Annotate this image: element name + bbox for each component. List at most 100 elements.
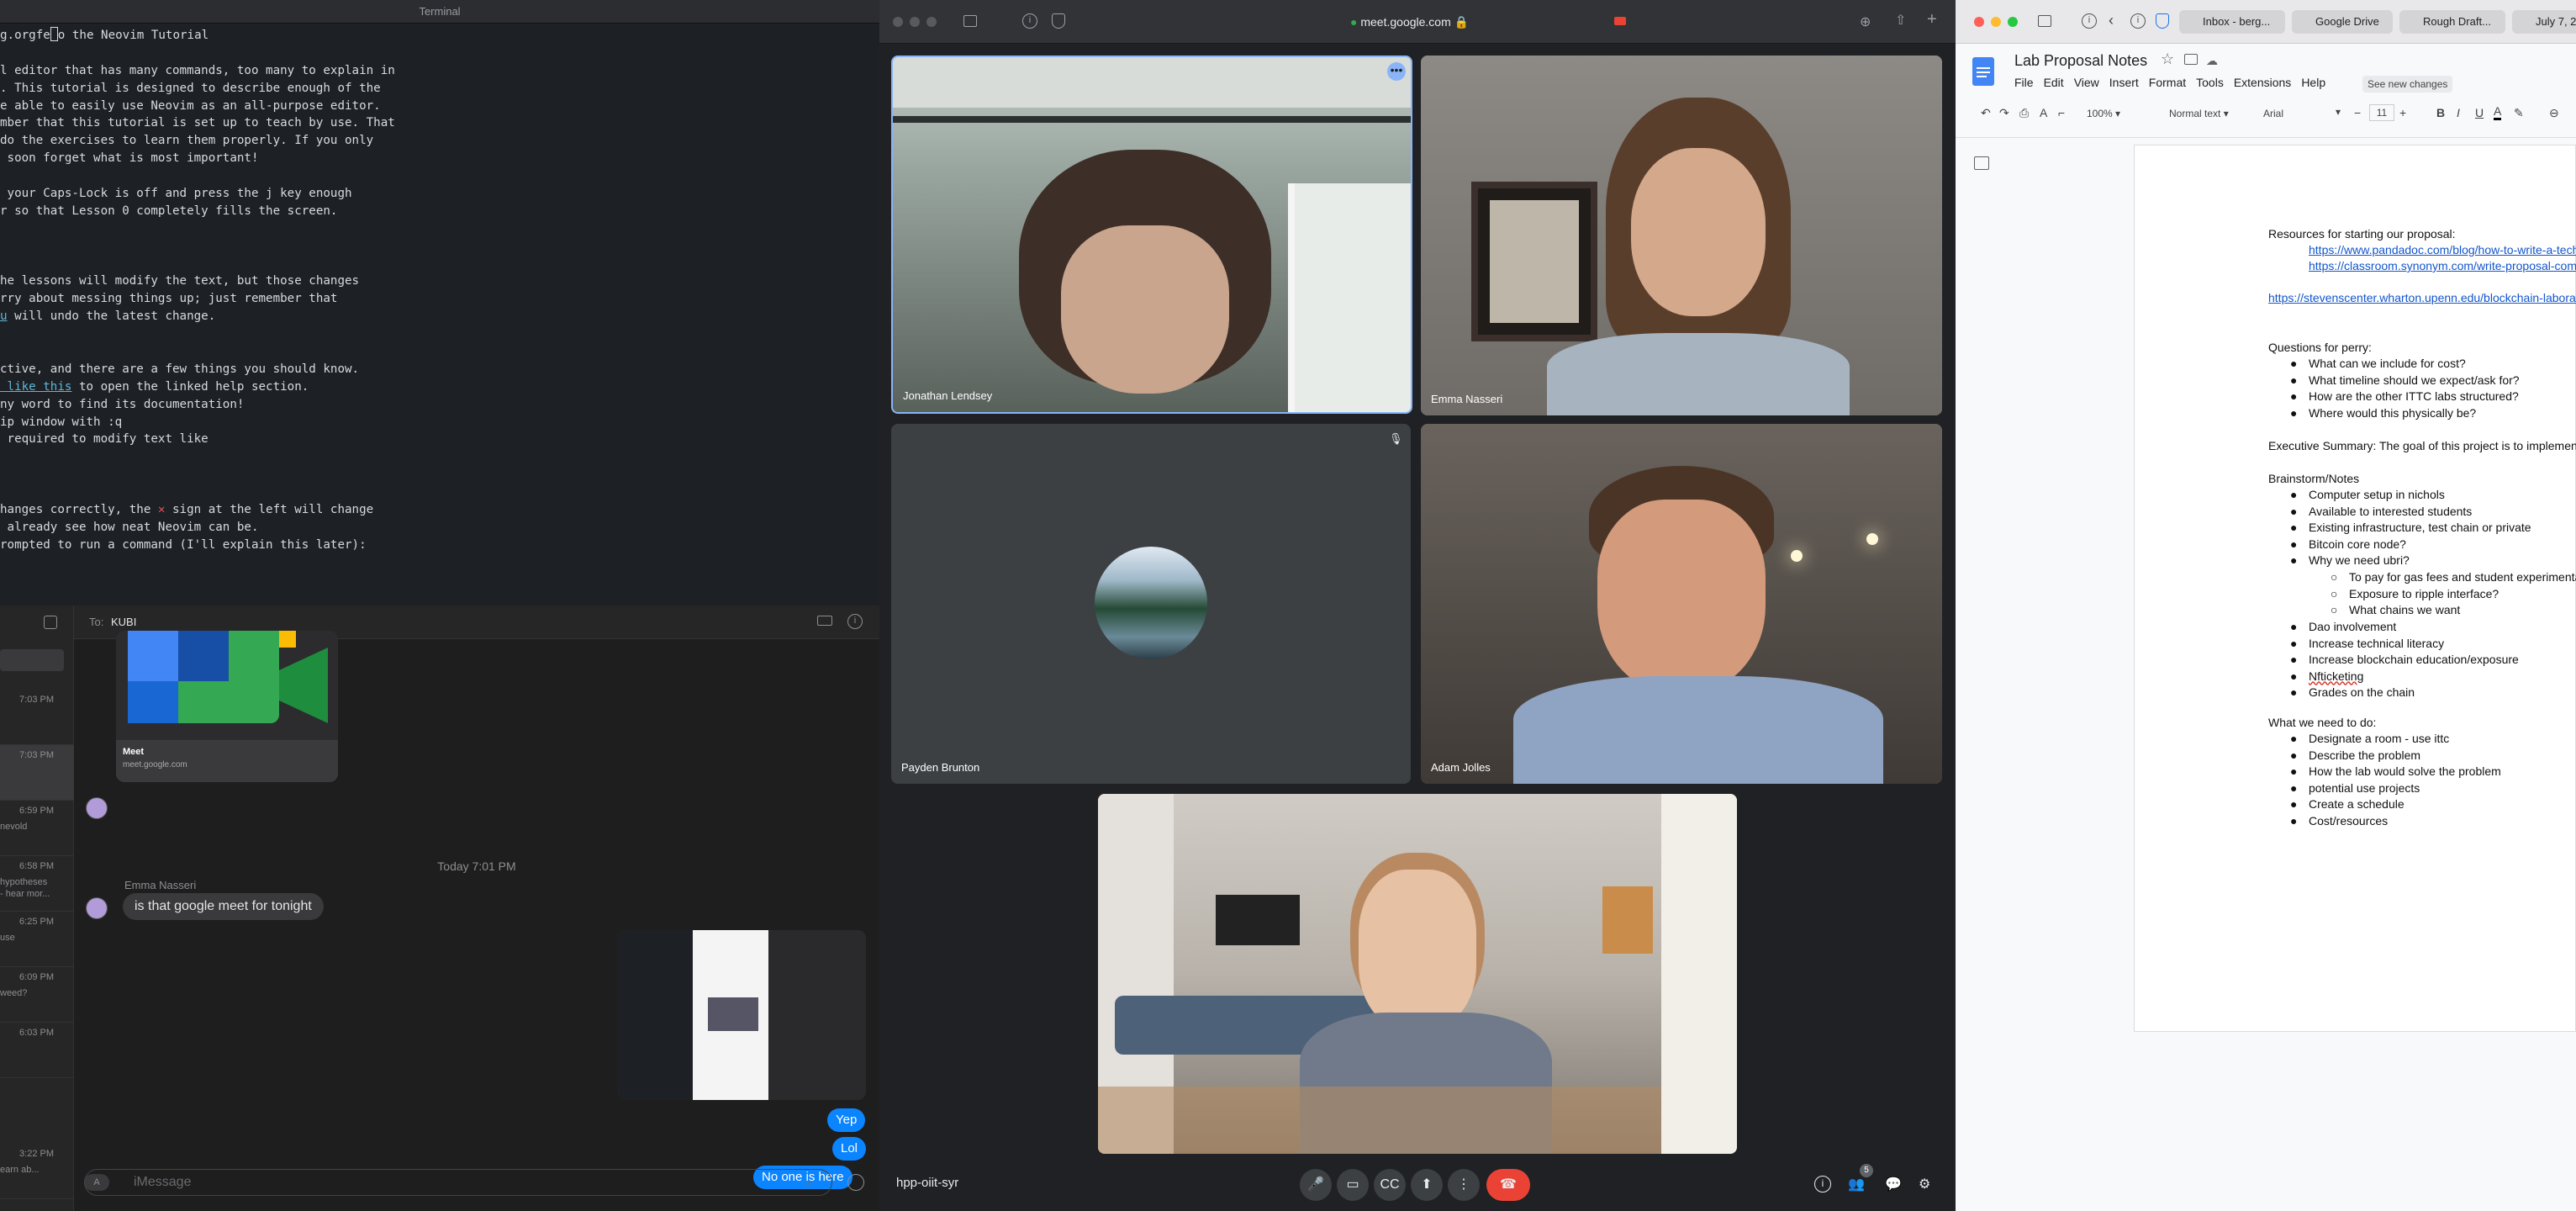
participant-tile[interactable]: Emma Nasseri bbox=[1421, 56, 1942, 415]
more-options-icon[interactable]: ⋮ bbox=[1448, 1169, 1480, 1201]
redo-icon[interactable]: ↷ bbox=[1999, 106, 2009, 120]
camera-icon[interactable]: ▭ bbox=[1337, 1169, 1369, 1201]
terminal-line: r so that Lesson 0 completely fills the … bbox=[0, 203, 879, 220]
captions-icon[interactable]: CC bbox=[1374, 1169, 1406, 1201]
conversation-item[interactable]: 6:58 PM hypotheses - hear mor... bbox=[0, 856, 74, 912]
info-icon[interactable]: i bbox=[847, 614, 863, 629]
increase-font-size-icon[interactable]: + bbox=[2399, 106, 2406, 119]
close-window-button[interactable] bbox=[1974, 17, 1984, 27]
style-select[interactable]: Normal text ▾ bbox=[2169, 108, 2229, 119]
text-color-icon[interactable]: A bbox=[2494, 104, 2502, 120]
screenshot-attachment[interactable] bbox=[617, 930, 866, 1100]
menu-item-edit[interactable]: Edit bbox=[2044, 76, 2064, 89]
print-icon[interactable]: ⎙ bbox=[2019, 106, 2029, 120]
menu-item-view[interactable]: View bbox=[2074, 76, 2099, 89]
people-icon[interactable]: 👥 bbox=[1848, 1176, 1865, 1192]
conversation-item[interactable]: 6:25 PM use bbox=[0, 912, 74, 967]
share-icon[interactable]: ⇧ bbox=[1895, 12, 1906, 29]
see-new-changes-button[interactable]: See new changes bbox=[2362, 76, 2453, 93]
conversation-item[interactable]: 7:03 PM bbox=[0, 745, 74, 801]
menu-item-format[interactable]: Format bbox=[2149, 76, 2186, 89]
terminal-text[interactable]: like this bbox=[0, 380, 72, 394]
conversation-item[interactable]: 6:03 PM bbox=[0, 1023, 74, 1078]
imessage-input[interactable]: iMessage bbox=[84, 1169, 832, 1196]
conversation-list[interactable]: 7:03 PM 7:03 PM 6:59 PM nevold 6:58 PM hypoth… bbox=[0, 606, 74, 1211]
meeting-code: hpp-oiit-syr bbox=[896, 1176, 959, 1190]
bold-icon[interactable]: B bbox=[2436, 106, 2445, 119]
document-title[interactable]: Lab Proposal Notes bbox=[2014, 52, 2147, 70]
url-bar[interactable]: ● meet.google.com 🔒 bbox=[1350, 13, 1469, 30]
incoming-message[interactable]: is that google meet for tonight bbox=[123, 893, 324, 920]
folder-icon[interactable] bbox=[2184, 54, 2198, 65]
menu-item-file[interactable]: File bbox=[2014, 76, 2034, 89]
font-select-arrow-icon[interactable]: ▾ bbox=[2336, 106, 2341, 118]
participant-tile[interactable]: 🎙 Payden Brunton bbox=[891, 424, 1411, 784]
outline-icon[interactable] bbox=[1974, 156, 1989, 170]
zoom-select[interactable]: 100% ▾ bbox=[2087, 108, 2120, 119]
present-icon[interactable]: ⬆ bbox=[1411, 1169, 1443, 1201]
terminal-text: rompted to run a command (I'll explain t… bbox=[0, 537, 367, 552]
spellcheck-icon[interactable]: A bbox=[2040, 106, 2047, 119]
terminal-body[interactable]: g.orgfe o the Neovim Tutorial l editor tha… bbox=[0, 24, 879, 606]
meeting-details-icon[interactable]: i bbox=[1814, 1176, 1831, 1192]
privacy-icon[interactable]: i bbox=[2082, 13, 2097, 29]
info-icon[interactable]: i bbox=[2130, 13, 2146, 29]
outgoing-message[interactable]: Yep bbox=[827, 1108, 866, 1132]
leave-call-button[interactable]: ☎ bbox=[1486, 1169, 1530, 1201]
conversation-item[interactable]: 3:22 PM earn ab... bbox=[0, 1144, 74, 1199]
browser-tab[interactable]: Inbox - berg... bbox=[2179, 10, 2285, 34]
font-select[interactable]: Arial bbox=[2263, 108, 2283, 119]
link-icon[interactable]: ⊖ bbox=[2549, 106, 2559, 120]
privacy-icon[interactable]: i bbox=[1022, 13, 1037, 29]
microphone-icon[interactable]: 🎤 bbox=[1300, 1169, 1332, 1201]
maximize-window-button[interactable] bbox=[2008, 17, 2018, 27]
menu-item-help[interactable]: Help bbox=[2301, 76, 2325, 89]
conversation-item[interactable]: 6:59 PM nevold bbox=[0, 801, 74, 856]
minimize-window-button[interactable] bbox=[1991, 17, 2001, 27]
conversation-item[interactable]: 6:09 PM weed? bbox=[0, 967, 74, 1023]
paint-format-icon[interactable]: ⌐ bbox=[2058, 106, 2065, 119]
sidebar-search-field[interactable] bbox=[0, 649, 64, 671]
audio-icon[interactable]: ♪ bbox=[805, 1176, 819, 1189]
video-call-icon[interactable] bbox=[817, 616, 832, 626]
font-size-field[interactable]: 11 bbox=[2369, 104, 2394, 121]
terminal-window: Terminal g.orgfe o the Neovim Tutorial l e… bbox=[0, 0, 879, 606]
emoji-icon[interactable] bbox=[847, 1174, 864, 1191]
participant-tile[interactable]: ••• Jonathan Lendsey bbox=[891, 56, 1412, 414]
browser-tab[interactable]: Google Drive bbox=[2292, 10, 2393, 34]
undo-icon[interactable]: ↶ bbox=[1981, 106, 1991, 120]
shield-icon[interactable] bbox=[2156, 13, 2169, 29]
document-page[interactable] bbox=[2134, 145, 2576, 1032]
docs-logo-icon[interactable] bbox=[1972, 57, 1994, 86]
participant-tile[interactable]: Adam Jolles bbox=[1421, 424, 1942, 784]
menu-item-extensions[interactable]: Extensions bbox=[2234, 76, 2291, 89]
more-options-icon[interactable]: ••• bbox=[1387, 62, 1406, 81]
compose-icon[interactable] bbox=[44, 616, 57, 629]
download-icon[interactable]: ⊕ bbox=[1860, 13, 1871, 30]
shield-icon[interactable] bbox=[1052, 13, 1065, 29]
activities-icon[interactable]: ⚙ bbox=[1919, 1176, 1930, 1192]
sidebar-toggle-icon[interactable] bbox=[963, 15, 977, 27]
terminal-title: Terminal bbox=[0, 0, 879, 24]
highlight-icon[interactable]: ✎ bbox=[2514, 106, 2524, 120]
conversation-item[interactable]: 7:03 PM bbox=[0, 690, 74, 745]
terminal-text[interactable]: u bbox=[0, 309, 8, 323]
sidebar-toggle-icon[interactable] bbox=[2038, 15, 2051, 27]
decrease-font-size-icon[interactable]: − bbox=[2354, 106, 2361, 119]
menu-item-tools[interactable]: Tools bbox=[2196, 76, 2224, 89]
link-preview-card[interactable]: Meet meet.google.com bbox=[116, 631, 338, 782]
participant-tile[interactable] bbox=[1098, 794, 1737, 1154]
italic-icon[interactable]: I bbox=[2457, 106, 2460, 119]
cloud-status-icon[interactable]: ☁ bbox=[2206, 54, 2218, 68]
conversation-time: 6:09 PM bbox=[19, 972, 54, 982]
outgoing-message[interactable]: Lol bbox=[832, 1137, 867, 1161]
underline-icon[interactable]: U bbox=[2475, 106, 2484, 119]
messages-window: 7:03 PM 7:03 PM 6:59 PM nevold 6:58 PM hypoth… bbox=[0, 606, 879, 1211]
browser-tab[interactable]: July 7, 20 bbox=[2512, 10, 2576, 34]
chat-icon[interactable]: 💬 bbox=[1885, 1176, 1902, 1192]
star-icon[interactable]: ☆ bbox=[2161, 50, 2174, 68]
browser-tab[interactable]: Rough Draft... bbox=[2399, 10, 2505, 34]
menu-item-insert[interactable]: Insert bbox=[2109, 76, 2139, 89]
back-icon[interactable]: ‹ bbox=[2109, 12, 2114, 29]
new-tab-icon[interactable]: + bbox=[1927, 10, 1937, 29]
